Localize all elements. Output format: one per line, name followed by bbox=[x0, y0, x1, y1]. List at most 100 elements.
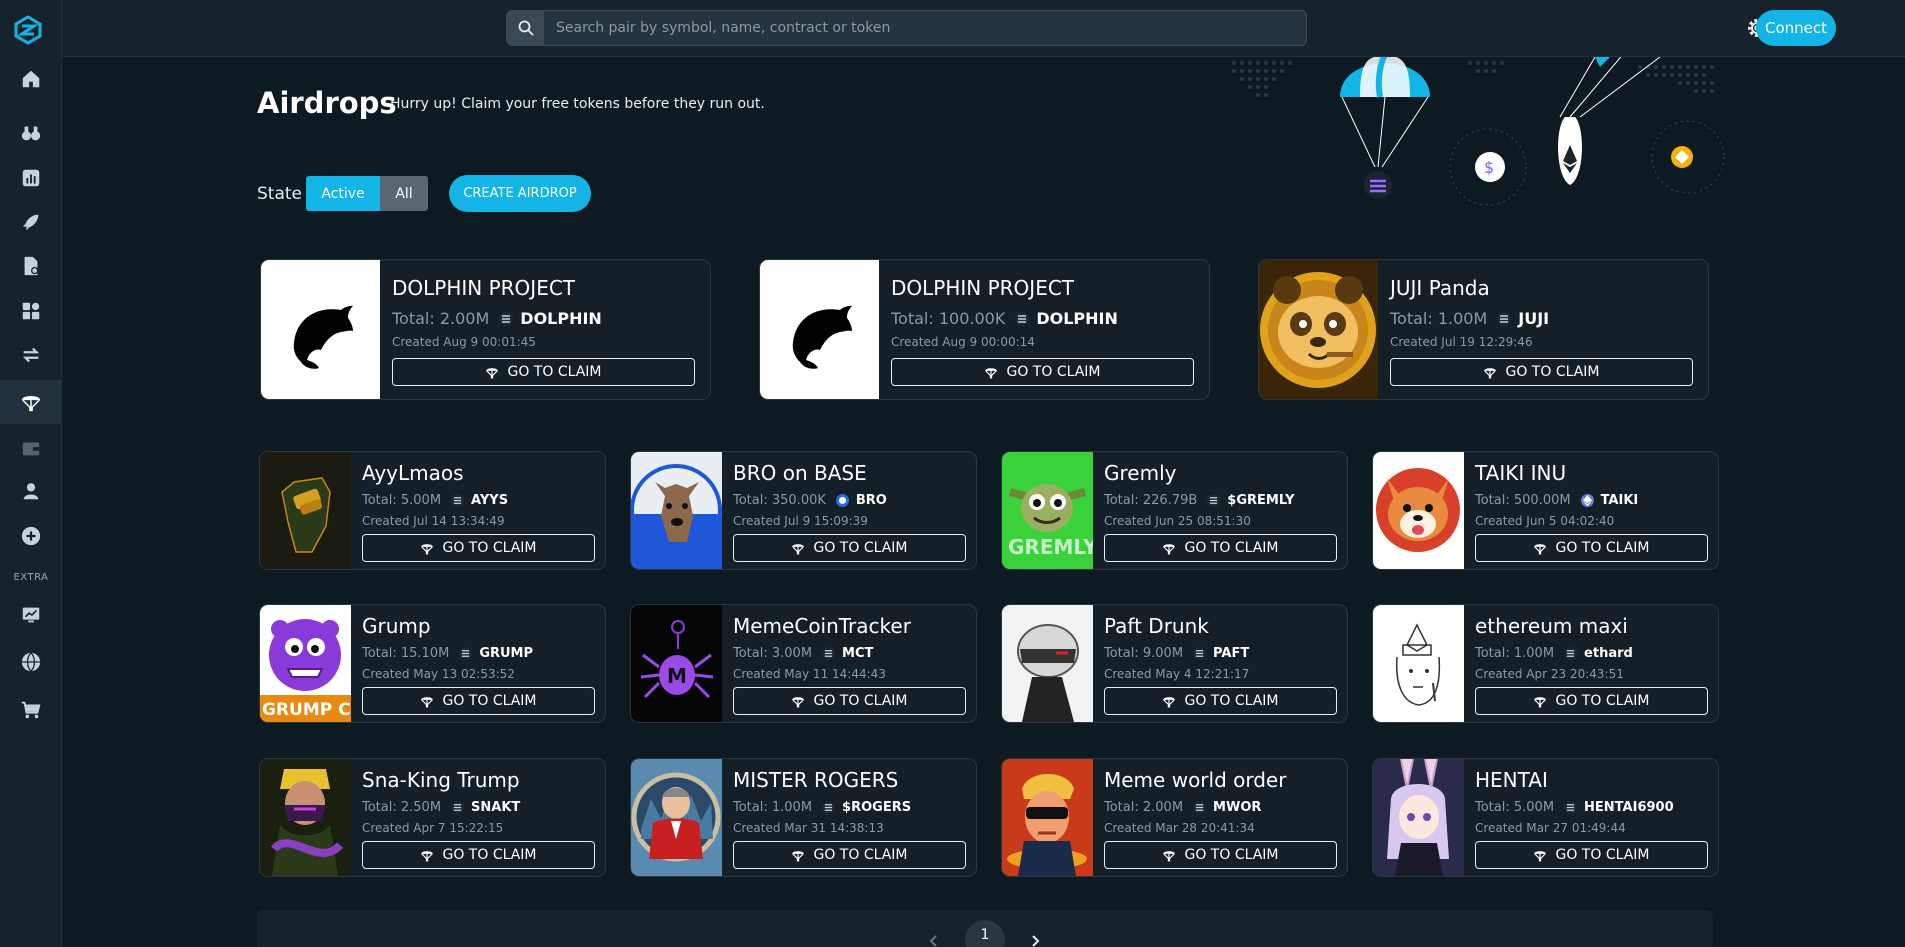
airdrop-card[interactable]: MISTER ROGERS Total: 1.00M $ROGERS Create… bbox=[630, 758, 977, 877]
go-to-claim-button[interactable]: GO TO CLAIM bbox=[1390, 358, 1693, 386]
token-image bbox=[1373, 605, 1464, 722]
airdrop-total: Total: 350.00K BRO bbox=[733, 493, 887, 508]
sidebar-item-charts[interactable] bbox=[0, 156, 62, 200]
go-to-claim-button[interactable]: GO TO CLAIM bbox=[1475, 841, 1708, 869]
airdrop-card[interactable]: Sna-King Trump Total: 2.50M SNAKT Created… bbox=[259, 758, 606, 877]
swap-icon bbox=[22, 347, 40, 363]
go-to-claim-button[interactable]: GO TO CLAIM bbox=[1475, 687, 1708, 715]
go-to-claim-button[interactable]: GO TO CLAIM bbox=[1104, 687, 1337, 715]
airdrop-total: Total: 5.00M AYYS bbox=[362, 493, 508, 508]
claim-label: GO TO CLAIM bbox=[1555, 540, 1650, 556]
claim-label: GO TO CLAIM bbox=[442, 847, 537, 863]
sidebar-item-explore[interactable] bbox=[0, 111, 62, 155]
create-airdrop-button[interactable]: CREATE AIRDROP bbox=[449, 175, 591, 212]
airdrop-card[interactable]: Meme world order Total: 2.00M MWOR Create… bbox=[1001, 758, 1348, 877]
logo-icon[interactable] bbox=[13, 15, 43, 45]
sidebar-item-airdrops[interactable] bbox=[0, 380, 62, 424]
airdrop-card[interactable]: BRO on BASE Total: 350.00K BRO Created Ju… bbox=[630, 451, 977, 570]
sidebar-item-home[interactable] bbox=[0, 57, 62, 101]
page-number-current[interactable]: 1 bbox=[965, 920, 1005, 947]
airdrop-card[interactable]: TAIKI INU Total: 500.00M TAIKI Created Ju… bbox=[1372, 451, 1719, 570]
sidebar-item-wallet[interactable] bbox=[0, 426, 62, 470]
top-bar bbox=[62, 0, 1905, 57]
airdrop-total: Total: 1.00M $ROGERS bbox=[733, 800, 911, 815]
airdrop-card[interactable]: GRUMP COIN Grump Total: 15.10M GRUMP Crea… bbox=[259, 604, 606, 723]
featured-airdrop-card[interactable]: DOLPHIN PROJECT Total: 100.00K DOLPHIN C… bbox=[759, 259, 1210, 400]
airdrop-created: Created Mar 27 01:49:44 bbox=[1475, 821, 1626, 835]
airdrop-card[interactable]: HENTAI Total: 5.00M HENTAI6900 Created Ma… bbox=[1372, 758, 1719, 877]
token-symbol: GRUMP bbox=[479, 646, 534, 661]
sidebar-item-account[interactable] bbox=[0, 469, 62, 513]
chevron-right-icon[interactable] bbox=[1028, 934, 1042, 947]
solana-icon bbox=[822, 801, 836, 814]
solana-icon bbox=[451, 801, 465, 814]
chevron-left-icon[interactable] bbox=[927, 934, 941, 947]
featured-airdrop-card[interactable]: JUJI Panda Total: 1.00M JUJI Created Jul… bbox=[1258, 259, 1709, 400]
airdrop-created: Created Aug 9 00:01:45 bbox=[392, 335, 536, 349]
token-image: GREMLY bbox=[1002, 452, 1093, 569]
airdrop-icon bbox=[1163, 851, 1176, 862]
airdrop-card[interactable]: AyyLmaos Total: 5.00M AYYS Created Jul 14… bbox=[259, 451, 606, 570]
state-active-button[interactable]: Active bbox=[306, 176, 380, 211]
airdrop-name: TAIKI INU bbox=[1475, 461, 1567, 485]
airdrop-created: Created Apr 7 15:22:15 bbox=[362, 821, 504, 835]
featured-airdrop-card[interactable]: DOLPHIN PROJECT Total: 2.00M DOLPHIN Cre… bbox=[260, 259, 711, 400]
go-to-claim-button[interactable]: GO TO CLAIM bbox=[891, 358, 1194, 386]
solana-icon bbox=[1564, 801, 1578, 814]
search-button[interactable] bbox=[507, 11, 544, 45]
go-to-claim-button[interactable]: GO TO CLAIM bbox=[733, 534, 966, 562]
sidebar-item-docs[interactable] bbox=[0, 244, 62, 288]
search-bar bbox=[506, 10, 1307, 46]
token-image bbox=[631, 759, 722, 876]
airdrop-icon bbox=[421, 544, 434, 555]
airdrop-icon bbox=[1534, 697, 1547, 708]
total-amount: Total: 5.00M bbox=[362, 493, 442, 508]
airdrop-name: MISTER ROGERS bbox=[733, 768, 899, 792]
token-symbol: MCT bbox=[842, 646, 874, 661]
go-to-claim-button[interactable]: GO TO CLAIM bbox=[1104, 841, 1337, 869]
state-all-button[interactable]: All bbox=[380, 176, 428, 211]
token-symbol: SNAKT bbox=[471, 800, 521, 815]
airdrop-card[interactable]: GREMLY Gremly Total: 226.79B $GREMLY Crea… bbox=[1001, 451, 1348, 570]
go-to-claim-button[interactable]: GO TO CLAIM bbox=[733, 687, 966, 715]
total-amount: Total: 1.00M bbox=[733, 800, 813, 815]
go-to-claim-button[interactable]: GO TO CLAIM bbox=[362, 534, 595, 562]
token-image bbox=[260, 759, 351, 876]
sidebar-item-apps[interactable] bbox=[0, 289, 62, 333]
page-subtitle: Hurry up! Claim your free tokens before … bbox=[390, 96, 765, 112]
airdrop-created: Created Jun 5 04:02:40 bbox=[1475, 514, 1615, 528]
airdrop-total: Total: 1.00M JUJI bbox=[1390, 309, 1549, 328]
airdrop-name: DOLPHIN PROJECT bbox=[891, 276, 1075, 300]
airdrop-total: Total: 9.00M PAFT bbox=[1104, 646, 1249, 661]
airdrop-name: ethereum maxi bbox=[1475, 614, 1628, 638]
sidebar: EXTRA bbox=[0, 0, 62, 947]
airdrop-card[interactable]: Paft Drunk Total: 9.00M PAFT Created May … bbox=[1001, 604, 1348, 723]
sidebar-item-global[interactable] bbox=[0, 640, 62, 684]
go-to-claim-button[interactable]: GO TO CLAIM bbox=[392, 358, 695, 386]
go-to-claim-button[interactable]: GO TO CLAIM bbox=[1104, 534, 1337, 562]
airdrop-created: Created Mar 28 20:41:34 bbox=[1104, 821, 1255, 835]
token-image bbox=[760, 260, 879, 399]
total-amount: Total: 5.00M bbox=[1475, 800, 1555, 815]
airdrop-total: Total: 2.50M SNAKT bbox=[362, 800, 520, 815]
solana-icon bbox=[1193, 647, 1207, 660]
airdrop-name: Meme world order bbox=[1104, 768, 1287, 792]
airdrop-total: Total: 2.00M MWOR bbox=[1104, 800, 1261, 815]
go-to-claim-button[interactable]: GO TO CLAIM bbox=[733, 841, 966, 869]
airdrop-card[interactable]: M MemeCoinTracker Total: 3.00M MCT Create… bbox=[630, 604, 977, 723]
sidebar-item-add[interactable] bbox=[0, 514, 62, 558]
go-to-claim-button[interactable]: GO TO CLAIM bbox=[1475, 534, 1708, 562]
connect-button[interactable]: Connect bbox=[1756, 10, 1836, 46]
go-to-claim-button[interactable]: GO TO CLAIM bbox=[362, 841, 595, 869]
document-icon bbox=[24, 256, 39, 276]
sidebar-item-swap[interactable] bbox=[0, 333, 62, 377]
sidebar-item-monitor[interactable] bbox=[0, 593, 62, 637]
sidebar-item-launch[interactable] bbox=[0, 200, 62, 244]
go-to-claim-button[interactable]: GO TO CLAIM bbox=[362, 687, 595, 715]
home-icon bbox=[22, 70, 40, 88]
airdrop-card[interactable]: ethereum maxi Total: 1.00M ethard Created… bbox=[1372, 604, 1719, 723]
claim-label: GO TO CLAIM bbox=[1184, 847, 1279, 863]
sidebar-item-shop[interactable] bbox=[0, 688, 62, 732]
claim-label: GO TO CLAIM bbox=[1555, 847, 1650, 863]
search-input[interactable] bbox=[544, 11, 1306, 45]
